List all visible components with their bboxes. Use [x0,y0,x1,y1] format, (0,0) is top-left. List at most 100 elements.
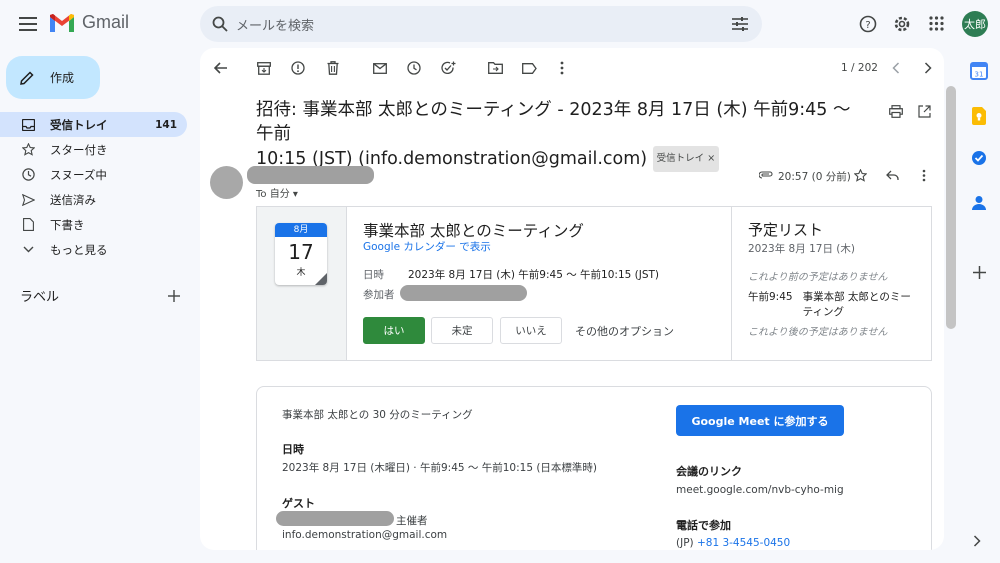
top-bar: Gmail メールを検索 ? 太郎 [0,0,1000,48]
agenda-before-note: これより前の予定はありません [748,272,888,283]
draft-icon [20,218,36,231]
agenda-date: 2023年 8月 17日 (木) [748,243,855,255]
gmail-m-icon [50,13,74,32]
join-google-meet-button[interactable]: Google Meet に参加する [676,405,844,436]
older-chevron-icon[interactable] [920,60,936,76]
message-time: 20:57 (0 分前) [778,171,851,183]
rsvp-yes-button[interactable]: はい [363,317,425,344]
meeting-summary: 事業本部 太郎との 30 分のミーティング [282,409,473,421]
app-name: Gmail [82,12,130,32]
google-keep-icon[interactable] [969,106,989,126]
message-pane: 1 / 202 招待: 事業本部 太郎とのミーティング - 2023年 8月 1… [200,48,944,550]
delete-icon[interactable] [325,60,341,76]
report-spam-icon[interactable] [290,60,306,76]
sidebar-item-label: 受信トレイ [50,117,108,132]
more-vert-icon[interactable] [554,60,570,76]
when-value: 2023年 8月 17日 (木) 午前9:45 〜 午前10:15 (JST) [408,269,660,281]
sidebar-item-label: もっと見る [50,242,108,257]
open-in-new-window-icon[interactable] [918,105,931,118]
print-icon[interactable] [889,105,903,118]
guests-heading: ゲスト [282,497,315,510]
send-icon [20,193,36,206]
star-icon [20,143,36,156]
redacted-guest-list [400,285,527,301]
sidebar-item-more[interactable]: もっと見る [0,237,187,262]
sender-avatar[interactable] [210,166,243,199]
label-icon[interactable] [521,60,537,76]
organizer-label: 主催者 [396,515,428,527]
main-menu-icon[interactable] [18,14,38,34]
invite-title: 事業本部 太郎とのミーティング [363,222,584,240]
agenda-panel: 予定リスト 2023年 8月 17日 (木) これより前の予定はありません 午前… [731,207,931,360]
newer-chevron-icon[interactable] [888,60,904,76]
view-in-google-calendar-link[interactable]: Google カレンダー で表示 [363,239,491,254]
search-bar[interactable]: メールを検索 [200,6,762,42]
sidebar-item-inbox[interactable]: 受信トレイ 141 [0,112,187,137]
account-avatar[interactable]: 太郎 [962,11,988,37]
invite-date-panel: 8月 17 木 [257,207,347,360]
phone-heading: 電話で参加 [676,519,731,532]
inbox-icon [20,118,36,131]
recipient-dropdown[interactable]: To 自分 ▾ [256,185,298,200]
sidebar-item-starred[interactable]: スター付き [0,137,187,162]
gmail-logo[interactable]: Gmail [50,12,129,33]
move-to-folder-icon[interactable] [487,60,503,76]
google-tasks-icon[interactable] [969,148,989,168]
google-contacts-icon[interactable] [969,193,989,213]
redacted-organizer [276,511,394,526]
phone-country: (JP) [676,537,697,549]
search-icon[interactable] [212,16,228,32]
svg-text:?: ? [865,20,870,31]
labels-section: ラベル [20,286,180,305]
compose-label: 作成 [50,71,75,85]
meeting-link[interactable]: meet.google.com/nvb-cyho-mig [676,484,844,496]
add-label-icon[interactable] [168,289,180,302]
expand-side-panel-icon[interactable] [973,535,981,547]
agenda-after-note: これより後の予定はありません [748,327,888,338]
apps-grid-icon[interactable] [929,16,944,31]
sidebar-item-label: スヌーズ中 [50,167,107,182]
add-task-icon[interactable] [440,60,456,76]
google-calendar-icon[interactable]: 31 [969,61,989,81]
cal-day: 17 [288,240,314,264]
get-addons-plus-icon[interactable] [969,262,989,282]
message-scrollbar[interactable] [946,86,956,329]
when-label: 日時 [363,269,384,281]
chevron-down-icon [20,246,36,253]
sidebar-item-sent[interactable]: 送信済み [0,187,187,212]
clock-icon [20,168,36,181]
sidebar-item-label: スター付き [50,142,108,157]
unread-count: 141 [155,118,177,131]
search-options-icon[interactable] [732,17,748,31]
help-icon[interactable]: ? [859,15,877,33]
message-more-icon[interactable] [922,169,926,182]
email-subject: 招待: 事業本部 太郎とのミーティング - 2023年 8月 17日 (木) 午… [256,98,856,172]
back-arrow-icon[interactable] [213,60,229,76]
agenda-event-title-2: ティング [802,306,844,318]
reply-icon[interactable] [886,170,899,181]
rsvp-maybe-button[interactable]: 未定 [431,317,493,344]
compose-button[interactable]: 作成 [6,56,100,99]
star-message-icon[interactable] [854,169,867,182]
settings-gear-icon[interactable] [893,15,911,33]
svg-text:31: 31 [975,71,984,79]
sidebar-item-snoozed[interactable]: スヌーズ中 [0,162,187,187]
pencil-icon [20,70,34,85]
sidebar-item-drafts[interactable]: 下書き [0,212,187,237]
agenda-event-title-1: 事業本部 太郎とのミー [802,291,911,303]
rsvp-no-button[interactable]: いいえ [500,317,562,344]
agenda-event[interactable]: 午前9:45 事業本部 太郎とのミー ティング [748,289,931,319]
meeting-details-card: 事業本部 太郎との 30 分のミーティング 日時 2023年 8月 17日 (木… [256,386,932,550]
attachment-icon [759,171,773,179]
inbox-label-chip[interactable]: 受信トレイ × [652,146,720,172]
agenda-event-time: 午前9:45 [748,291,793,303]
sidebar-item-label: 送信済み [50,192,96,207]
archive-icon[interactable] [256,60,272,76]
mark-unread-icon[interactable] [372,60,388,76]
phone-number-link[interactable]: +81 3-4545-0450 [697,537,790,549]
subject-line-1: 招待: 事業本部 太郎とのミーティング - 2023年 8月 17日 (木) 午… [256,100,851,144]
snooze-clock-icon[interactable] [406,60,422,76]
labels-heading: ラベル [20,290,60,305]
search-input[interactable]: メールを検索 [236,15,732,34]
more-options-link[interactable]: その他のオプション [575,323,674,339]
